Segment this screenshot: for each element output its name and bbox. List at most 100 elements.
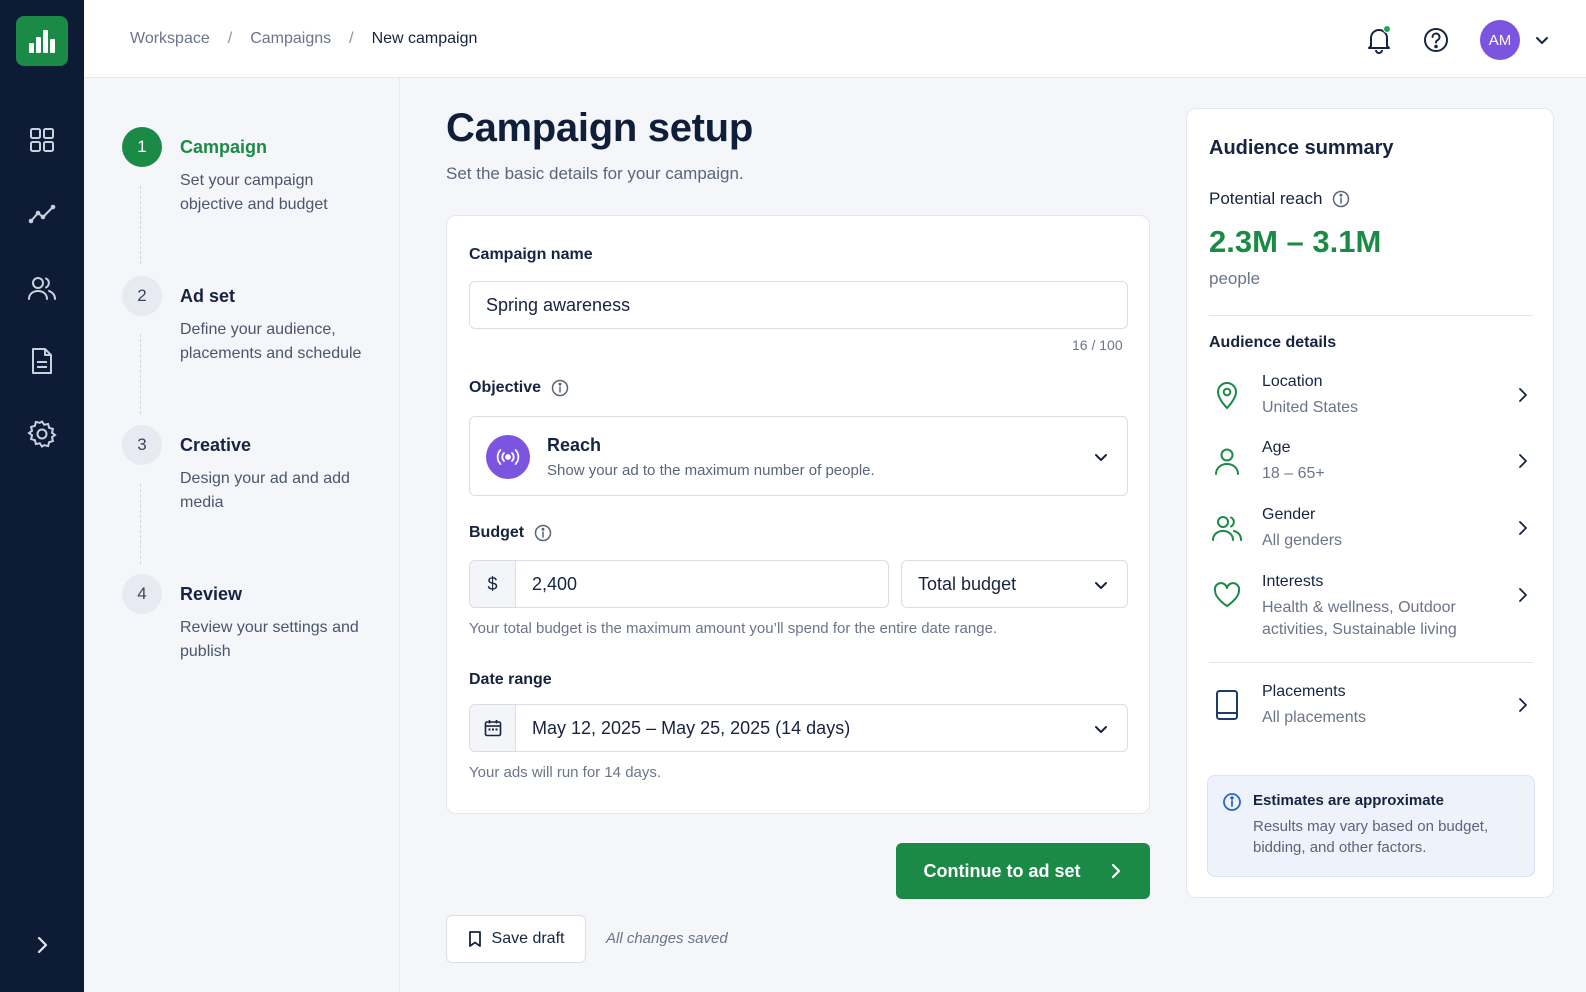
dashboard-icon xyxy=(30,128,54,152)
chevron-right-icon xyxy=(1109,862,1123,880)
breadcrumb: Workspace / Campaigns / New campaign xyxy=(130,30,477,48)
row-value: All genders xyxy=(1262,532,1343,549)
broadcast-icon xyxy=(486,435,530,479)
save-status: All changes saved xyxy=(606,930,728,947)
budget-type-select[interactable]: Total budget xyxy=(901,560,1128,608)
chevron-right-icon xyxy=(1513,451,1533,471)
breadcrumb-campaigns[interactable]: Campaigns xyxy=(250,30,331,48)
row-value: Health & wellness, Outdoor activities, S… xyxy=(1262,599,1457,638)
continue-to-ad-set-button[interactable]: Continue to ad set xyxy=(896,843,1150,899)
nav-analytics[interactable] xyxy=(22,194,62,234)
location-pin-icon xyxy=(1209,377,1245,413)
breadcrumb-workspace[interactable]: Workspace xyxy=(130,30,210,48)
budget-help-text: Your total budget is the maximum amount … xyxy=(469,620,998,637)
notifications-button[interactable] xyxy=(1359,20,1399,60)
chevron-down-icon xyxy=(1095,726,1107,733)
page-title: Campaign setup xyxy=(446,106,753,150)
chevron-down-icon xyxy=(1095,454,1107,461)
step-title: Creative xyxy=(180,435,252,455)
row-value: All placements xyxy=(1262,709,1367,726)
nav-rail xyxy=(0,0,84,992)
row-title: Placements xyxy=(1262,683,1346,700)
nav-audiences[interactable] xyxy=(22,268,62,308)
notice-text: Results may vary based on budget, biddin… xyxy=(1253,818,1489,856)
objective-label-text: Objective xyxy=(469,379,542,396)
budget-amount-field[interactable]: $ 2,400 xyxy=(469,560,889,608)
account-menu-toggle[interactable] xyxy=(1532,30,1552,50)
nav-reports[interactable] xyxy=(22,341,62,381)
row-value: 18 – 65+ xyxy=(1262,465,1325,482)
app-logo[interactable] xyxy=(16,16,68,66)
help-button[interactable] xyxy=(1416,20,1456,60)
campaign-form: Campaign name Spring awareness 16 / 100 … xyxy=(446,215,1150,814)
info-icon[interactable] xyxy=(1332,190,1350,208)
step-connector xyxy=(140,186,141,264)
help-icon xyxy=(1424,28,1448,52)
date-range-value: May 12, 2025 – May 25, 2025 (14 days) xyxy=(532,717,851,738)
breadcrumb-separator: / xyxy=(227,30,233,47)
character-counter: 16 / 100 xyxy=(1072,337,1123,353)
potential-reach-label: Potential reach xyxy=(1209,189,1350,209)
row-title: Interests xyxy=(1262,573,1324,590)
chevron-right-icon xyxy=(1513,585,1533,605)
reach-unit: people xyxy=(1209,269,1261,288)
date-range-field[interactable]: May 12, 2025 – May 25, 2025 (14 days) xyxy=(469,704,1128,752)
audiences-icon xyxy=(28,277,56,300)
expand-sidebar-button[interactable] xyxy=(22,925,62,965)
audience-row-gender[interactable]: Gender All genders xyxy=(1209,506,1533,552)
info-icon[interactable] xyxy=(534,524,552,542)
objective-select[interactable]: Reach Show your ad to the maximum number… xyxy=(469,416,1128,496)
notice-title: Estimates are approximate xyxy=(1253,792,1444,809)
audience-summary-panel: Audience summary Potential reach 2.3M – … xyxy=(1186,108,1554,898)
chevron-right-icon xyxy=(1513,695,1533,715)
notification-dot xyxy=(1383,25,1391,33)
save-draft-label: Save draft xyxy=(491,930,565,947)
step-number: 4 xyxy=(122,574,162,614)
step-description: Design your ad and add media xyxy=(180,470,350,511)
row-value: United States xyxy=(1262,399,1359,416)
info-icon xyxy=(1222,792,1242,812)
audience-row-location[interactable]: Location United States xyxy=(1209,373,1533,419)
row-title: Age xyxy=(1262,439,1291,456)
divider xyxy=(1209,315,1533,316)
row-title: Location xyxy=(1262,373,1323,390)
budget-type-value: Total budget xyxy=(918,573,1017,594)
currency-prefix: $ xyxy=(470,561,516,607)
breadcrumb-current: New campaign xyxy=(371,30,478,47)
summary-title: Audience summary xyxy=(1209,137,1394,159)
audience-details-label: Audience details xyxy=(1209,334,1337,351)
step-description: Define your audience, placements and sch… xyxy=(180,321,362,362)
estimate-notice: Estimates are approximate Results may va… xyxy=(1207,775,1535,877)
step-title: Campaign xyxy=(180,137,268,157)
info-icon[interactable] xyxy=(551,379,569,397)
chevron-down-icon xyxy=(1536,37,1548,44)
step-connector xyxy=(140,334,141,414)
nav-settings[interactable] xyxy=(22,414,62,454)
user-avatar[interactable]: AM xyxy=(1480,20,1520,60)
budget-label: Budget xyxy=(469,524,552,542)
save-draft-button[interactable]: Save draft xyxy=(446,915,586,963)
row-title: Gender xyxy=(1262,506,1316,523)
campaign-name-field[interactable]: Spring awareness xyxy=(469,281,1128,329)
chevron-right-icon xyxy=(1513,518,1533,538)
budget-label-text: Budget xyxy=(469,524,525,541)
objective-description: Show your ad to the maximum number of pe… xyxy=(547,462,875,479)
top-bar: Workspace / Campaigns / New campaign AM xyxy=(84,0,1586,78)
step-number: 3 xyxy=(122,425,162,465)
bookmark-icon xyxy=(468,930,482,948)
reports-icon xyxy=(32,348,52,374)
chevron-right-icon xyxy=(1513,385,1533,405)
breadcrumb-separator: / xyxy=(349,30,354,47)
nav-dashboard[interactable] xyxy=(22,120,62,160)
audience-row-age[interactable]: Age 18 – 65+ xyxy=(1209,439,1533,485)
audience-row-interests[interactable]: Interests Health & wellness, Outdoor act… xyxy=(1209,573,1533,639)
heart-icon xyxy=(1209,577,1245,613)
audience-row-placements[interactable]: Placements All placements xyxy=(1209,683,1533,729)
date-range-help-text: Your ads will run for 14 days. xyxy=(469,764,662,781)
divider xyxy=(1209,662,1533,663)
people-icon xyxy=(1209,510,1245,546)
step-number: 1 xyxy=(122,127,162,167)
bar-chart-icon xyxy=(29,30,55,53)
budget-amount-value: 2,400 xyxy=(532,573,578,594)
continue-button-label: Continue to ad set xyxy=(923,860,1081,881)
